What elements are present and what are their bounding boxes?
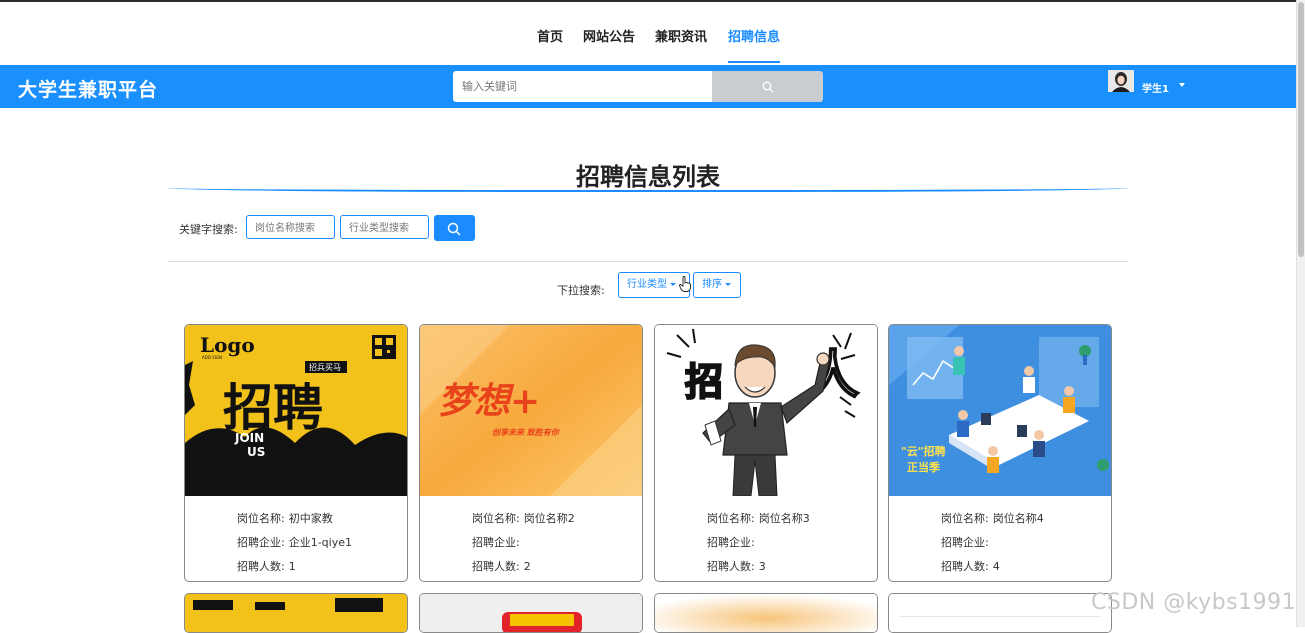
job-count-value: 1 [288,560,296,573]
job-position-row: 岗位名称: 初中家教 [237,512,333,525]
job-count-value: 4 [992,560,1000,573]
caret-down-icon [670,282,676,286]
sort-dropdown-label: 排序 [702,279,722,290]
user-name[interactable]: 学生1 [1142,80,1169,95]
job-card[interactable] [654,593,878,633]
scrollbar-thumb[interactable] [1298,2,1304,257]
job-card-image[interactable] [889,594,1111,633]
search-icon [762,81,774,93]
section-divider [168,261,1128,262]
keyword-search-label: 关键字搜索: [179,223,238,236]
nav-item-home[interactable]: 首页 [537,26,563,45]
poster-left-char: 招 [685,360,723,404]
nav-item-parttime-news[interactable]: 兼职资讯 [655,26,707,45]
title-underline [168,186,1128,192]
site-header: 大学生兼职平台 学生1 [0,65,1297,108]
job-card[interactable] [184,593,408,633]
header-search-button[interactable] [712,71,823,102]
poster-logo-text: Logo [200,333,255,357]
job-card-image[interactable]: "云"招聘 正当季 [889,325,1111,496]
chevron-down-icon[interactable] [1179,83,1185,87]
header-search-box [453,71,712,102]
site-title[interactable]: 大学生兼职平台 [18,75,158,102]
position-search-input[interactable] [247,217,334,240]
poster-subtitle: 正当季 [907,460,941,474]
job-card[interactable]: 招 人 岗位名称: 岗位名称3 招聘企业: 招聘人数: 3 [654,324,878,582]
sort-dropdown[interactable]: 排序 [693,272,741,298]
job-count-value: 2 [523,560,531,573]
poster-headline: 梦想+ [438,381,540,422]
search-icon [447,222,461,236]
dropdown-search-label: 下拉搜索: [557,284,605,297]
job-card-image[interactable]: 招 人 [655,325,877,496]
job-card[interactable]: 梦想+ 创享未来 致胜有你 岗位名称: 岗位名称2 招聘企业: 招聘人数: 2 [419,324,643,582]
industry-search-input[interactable] [341,217,428,240]
job-count-row: 招聘人数: 4 [941,560,1000,573]
job-position-value: 初中家教 [288,512,333,525]
job-count-row: 招聘人数: 3 [707,560,766,573]
job-card-image[interactable] [420,594,642,633]
nav-item-recruitment[interactable]: 招聘信息 [728,26,780,45]
keyword-search-button[interactable] [434,215,475,241]
top-navigation: 首页 网站公告 兼职资讯 招聘信息 [0,2,1297,65]
poster-subtitle: 创享未来 致胜有你 [492,428,561,437]
job-position-value: 岗位名称3 [758,512,810,525]
job-company-row: 招聘企业: [941,536,989,549]
poster-headline: 招聘 [223,379,323,437]
job-card-image[interactable] [655,594,877,633]
job-position-value: 岗位名称2 [523,512,575,525]
vertical-scrollbar[interactable] [1296,0,1305,627]
job-card[interactable] [888,593,1112,633]
job-count-row: 招聘人数: 1 [237,560,296,573]
job-count-row: 招聘人数: 2 [472,560,531,573]
caret-down-icon [725,282,731,286]
job-card-image[interactable]: 梦想+ 创享未来 致胜有你 [420,325,642,496]
poster-slogan: 招兵买马 [309,362,341,372]
nav-item-announcements[interactable]: 网站公告 [583,26,635,45]
job-company-row: 招聘企业: [472,536,520,549]
job-count-value: 3 [758,560,766,573]
poster-us-text: US [247,445,265,459]
position-search-field [246,215,335,240]
job-position-row: 岗位名称: 岗位名称4 [941,512,1044,525]
poster-headline: "云"招聘 [901,444,945,458]
hand-pointer-cursor-icon [679,276,691,292]
watermark: CSDN @kybs1991 [1091,590,1297,615]
industry-type-dropdown-label: 行业类型 [627,279,667,290]
poster-join-text: JOIN [234,431,264,445]
poster-logo-subtext: ADD SIGN [202,355,222,360]
job-card-image[interactable]: Logo ADD SIGN 招兵买马 招聘 JOIN US [185,325,407,496]
industry-search-field [340,215,429,240]
job-position-value: 岗位名称4 [992,512,1044,525]
job-company-row: 招聘企业: [707,536,755,549]
user-avatar[interactable] [1108,70,1134,92]
job-card-image[interactable] [185,594,407,633]
job-company-value: 企业1-qiye1 [288,536,353,549]
nav-active-indicator [728,61,780,63]
job-card[interactable]: "云"招聘 正当季 岗位名称: 岗位名称4 招聘企业: 招聘人数: 4 [888,324,1112,582]
job-position-row: 岗位名称: 岗位名称3 [707,512,810,525]
job-company-row: 招聘企业: 企业1-qiye1 [237,536,353,549]
job-position-row: 岗位名称: 岗位名称2 [472,512,575,525]
job-card[interactable]: Logo ADD SIGN 招兵买马 招聘 JOIN US 岗位名称: 初中家教 … [184,324,408,582]
job-card[interactable] [419,593,643,633]
header-search-input[interactable] [453,71,707,102]
